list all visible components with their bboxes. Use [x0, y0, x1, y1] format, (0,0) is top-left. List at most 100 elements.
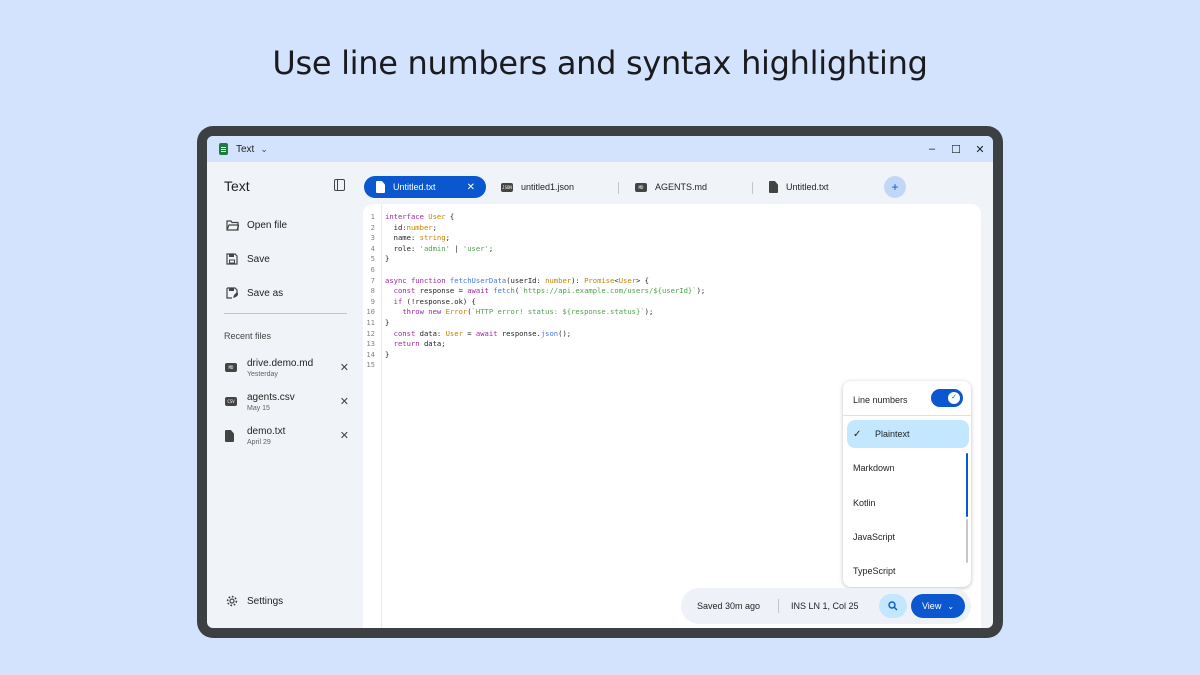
close-window-button[interactable]: ✕: [975, 143, 985, 156]
text-file-icon: [376, 181, 385, 193]
save-as-label: Save as: [247, 287, 284, 299]
markdown-file-icon: MD: [225, 362, 237, 374]
line-numbers-label: Line numbers: [853, 395, 908, 405]
language-option-plaintext[interactable]: ✓ Plaintext: [847, 420, 969, 448]
code-line[interactable]: 8 const response = await fetch(`https://…: [363, 286, 706, 297]
folder-open-icon: [225, 218, 239, 232]
line-number: 3: [370, 233, 375, 243]
text-app-icon: [219, 143, 228, 155]
code-line[interactable]: 6: [363, 265, 705, 276]
remove-recent-icon[interactable]: ✕: [340, 361, 349, 374]
code-line[interactable]: 11}: [363, 318, 705, 329]
language-option-typescript[interactable]: TypeScript: [847, 557, 969, 585]
code-text: if (!response.ok) {: [393, 296, 476, 306]
collapse-sidebar-icon[interactable]: [334, 179, 345, 191]
markdown-file-icon: MD: [635, 183, 647, 192]
save-label: Save: [247, 253, 270, 265]
recent-file-item[interactable]: demo.txt April 29 ✕: [225, 424, 349, 452]
chevron-down-icon[interactable]: ⌄: [260, 144, 268, 155]
code-line[interactable]: 1 interface User {: [363, 212, 705, 223]
line-number: 6: [370, 264, 375, 274]
recent-file-name: drive.demo.md: [247, 358, 314, 369]
view-label: View: [921, 601, 942, 611]
headline: Use line numbers and syntax highlighting: [272, 44, 928, 82]
minimize-button[interactable]: –: [927, 143, 937, 155]
json-file-icon: JSON: [501, 183, 513, 192]
tab-separator: [618, 182, 619, 194]
tab-separator: [752, 182, 753, 194]
line-number: 2: [370, 222, 375, 232]
tab-bar: Untitled.txt ✕ JSON untitled1.json MD AG…: [363, 162, 993, 198]
recent-file-date: Yesterday: [247, 371, 278, 378]
code-line[interactable]: 7 async function fetchUserData(userId: nu…: [363, 276, 705, 287]
code-line[interactable]: 5}: [363, 254, 705, 265]
check-icon: ✓: [853, 428, 862, 440]
line-number: 8: [370, 286, 375, 296]
open-file-button[interactable]: Open file: [225, 218, 287, 232]
code-text: }: [385, 317, 390, 327]
line-number: 11: [366, 317, 375, 327]
line-number: 1: [370, 212, 375, 221]
line-number: 13: [366, 339, 375, 349]
line-number: 15: [366, 360, 375, 370]
text-file-icon: [769, 181, 778, 193]
remove-recent-icon[interactable]: ✕: [340, 395, 349, 408]
code-line[interactable]: 15: [363, 360, 705, 371]
search-button[interactable]: [879, 594, 907, 618]
recent-file-item[interactable]: MD drive.demo.md Yesterday ✕: [225, 356, 349, 384]
language-option-markdown[interactable]: Markdown: [847, 454, 969, 482]
recent-file-name: agents.csv: [247, 392, 295, 403]
code-text: name: string;: [385, 233, 450, 243]
tab-label: AGENTS.md: [655, 182, 708, 192]
view-menu-popup: Line numbers ✓ ✓ Plaintext Markdown Kotl…: [843, 381, 971, 587]
code-line[interactable]: 13 return data;: [363, 339, 705, 350]
code-line[interactable]: 10 throw new Error(`HTTP error! status: …: [363, 307, 705, 318]
tab-label: Untitled.txt: [393, 182, 436, 192]
code-line[interactable]: 14}: [363, 350, 705, 361]
tab-untitled-txt-2[interactable]: Untitled.txt: [769, 176, 829, 198]
sidebar-divider: [224, 313, 347, 314]
view-button[interactable]: View ⌄: [911, 594, 965, 618]
code-line[interactable]: 3 name: string;: [363, 233, 705, 244]
line-numbers-toggle[interactable]: ✓: [931, 389, 963, 407]
popup-scrollbar-track: [966, 519, 968, 563]
line-number: 9: [370, 296, 375, 306]
code-text: id:number;: [385, 222, 437, 232]
language-option-javascript[interactable]: JavaScript: [847, 523, 969, 551]
line-number: 4: [370, 243, 375, 253]
settings-button[interactable]: Settings: [225, 594, 283, 608]
tab-untitled1-json[interactable]: JSON untitled1.json: [501, 176, 574, 198]
language-option-label: Kotlin: [853, 498, 876, 508]
language-option-label: Markdown: [853, 463, 895, 473]
save-button[interactable]: Save: [225, 252, 270, 266]
close-tab-icon[interactable]: ✕: [467, 182, 475, 193]
code-text: return data;: [393, 339, 446, 349]
tab-untitled-txt[interactable]: Untitled.txt ✕: [364, 176, 486, 198]
new-tab-button[interactable]: +: [884, 176, 906, 198]
text-file-icon: [225, 430, 237, 442]
line-number: 7: [370, 275, 375, 285]
sidebar: Text Open file Save Save as Recent files…: [207, 162, 363, 628]
remove-recent-icon[interactable]: ✕: [340, 429, 349, 442]
saved-status: Saved 30m ago: [697, 601, 761, 611]
code-text: }: [385, 349, 390, 359]
recent-file-item[interactable]: CSV agents.csv May 15 ✕: [225, 390, 349, 418]
window-controls: – ☐ ✕: [927, 136, 985, 162]
save-icon: [225, 252, 239, 266]
line-number: 12: [366, 328, 375, 338]
code-line[interactable]: 2 id:number;: [363, 223, 705, 234]
maximize-button[interactable]: ☐: [951, 143, 961, 156]
code-line[interactable]: 12 const data: User = await response.jso…: [363, 329, 705, 340]
language-option-kotlin[interactable]: Kotlin: [847, 489, 969, 517]
recent-files-heading: Recent files: [224, 331, 272, 341]
popup-divider: [843, 415, 971, 416]
check-icon: ✓: [948, 392, 960, 404]
save-as-button[interactable]: Save as: [225, 286, 283, 300]
code-line[interactable]: 9 if (!response.ok) {: [363, 297, 705, 308]
popup-scrollbar-thumb[interactable]: [966, 453, 968, 517]
tab-agents-md[interactable]: MD AGENTS.md: [635, 176, 707, 198]
code-text: const data: User = await response.json()…: [393, 328, 572, 338]
code-line[interactable]: 4 role: 'admin' | 'user';: [363, 244, 705, 255]
app-name: Text: [236, 143, 255, 155]
code-text: async function fetchUserData(userId: num…: [385, 275, 650, 285]
